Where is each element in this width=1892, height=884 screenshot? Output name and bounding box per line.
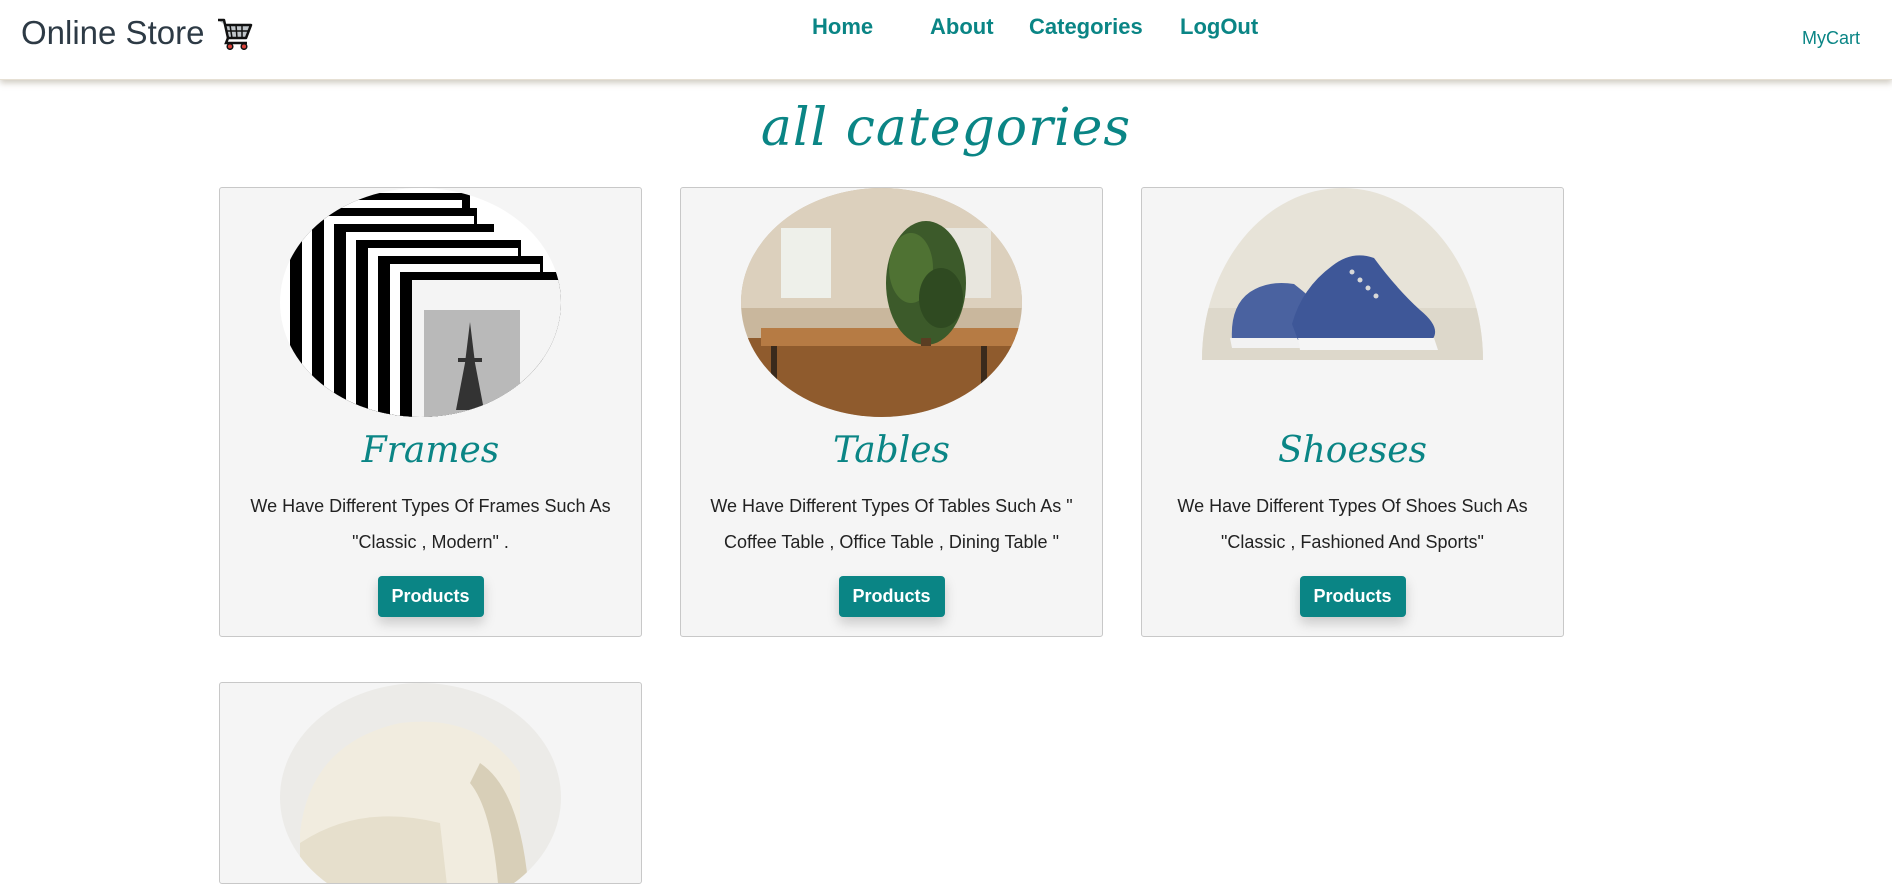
nav-logout-link[interactable]: LogOut [1180,14,1258,40]
mycart-link[interactable]: MyCart [1802,28,1860,49]
category-card-tables: Tables We Have Different Types Of Tables… [680,187,1103,637]
shoes-image [1202,188,1483,360]
nav-categories-link[interactable]: Categories [1029,14,1143,40]
nav-home-link[interactable]: Home [812,14,873,40]
description-line: "Classic , Fashioned And Sports" [1221,532,1484,552]
description-line: Coffee Table , Office Table , Dining Tab… [724,532,1059,552]
frames-image [280,188,561,417]
category-card-chairs [219,682,642,884]
category-card-frames: Frames We Have Different Types Of Frames… [219,187,642,637]
category-description-frames: We Have Different Types Of Frames Such A… [240,488,621,560]
description-line: "Classic , Modern" . [352,532,509,552]
nav-about-link[interactable]: About [930,14,994,40]
category-description-shoeses: We Have Different Types Of Shoes Such As… [1162,488,1543,560]
tables-products-button[interactable]: Products [838,576,945,617]
navbar: Online Store Home About Categories LogOu… [0,0,1892,80]
category-title-tables: Tables [832,430,951,471]
category-card-shoeses: Shoeses We Have Different Types Of Shoes… [1141,187,1564,637]
description-line: We Have Different Types Of Tables Such A… [710,496,1073,516]
category-title-shoeses: Shoeses [1277,430,1428,471]
description-line: We Have Different Types Of Frames Such A… [250,496,611,516]
category-title-frames: Frames [361,430,500,471]
page-title: all categories [760,98,1132,158]
description-line: We Have Different Types Of Shoes Such As [1177,496,1528,516]
frames-products-button[interactable]: Products [377,576,484,617]
category-description-tables: We Have Different Types Of Tables Such A… [701,488,1082,560]
chair-image [280,683,561,883]
tables-image [741,188,1022,417]
main-nav: Home About Categories LogOut [0,14,1892,54]
shoeses-products-button[interactable]: Products [1299,576,1406,617]
